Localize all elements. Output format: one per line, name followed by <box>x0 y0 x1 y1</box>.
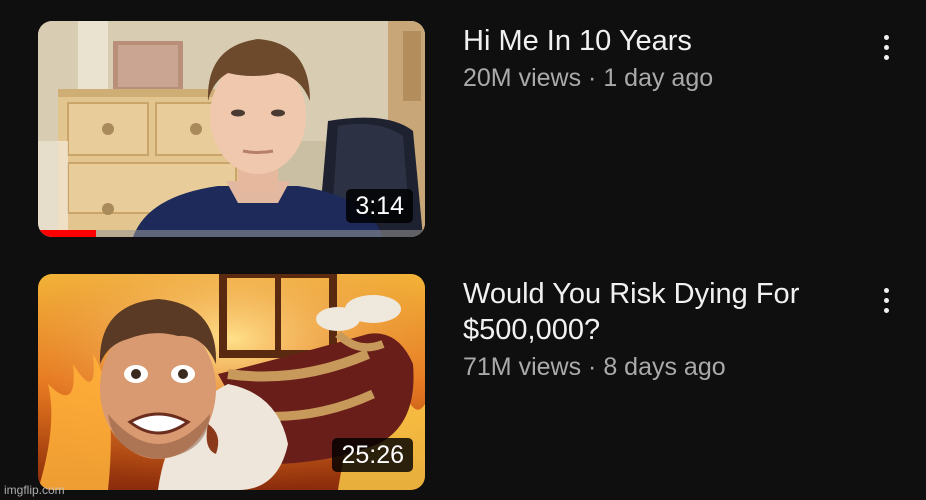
video-thumbnail[interactable]: 25:26 <box>38 274 425 490</box>
meta-separator: · <box>588 353 597 381</box>
watch-progress-fill <box>38 230 97 237</box>
three-dot-vertical-icon <box>883 287 889 293</box>
three-dot-vertical-icon <box>883 297 889 303</box>
video-stats: 20M views · 1 day ago <box>463 62 863 94</box>
more-options-button[interactable] <box>872 282 900 318</box>
meta-separator: · <box>588 64 597 92</box>
more-options-button[interactable] <box>872 29 900 65</box>
three-dot-vertical-icon <box>883 307 889 313</box>
video-duration: 3:14 <box>346 189 413 223</box>
video-stats: 71M views · 8 days ago <box>463 351 863 383</box>
video-duration: 25:26 <box>332 438 413 472</box>
view-count: 20M views <box>463 64 582 92</box>
video-title[interactable]: Hi Me In 10 Years <box>463 23 863 59</box>
video-meta: Would You Risk Dying For $500,000? 71M v… <box>463 276 863 383</box>
imgflip-watermark: imgflip.com <box>4 483 65 497</box>
three-dot-vertical-icon <box>883 54 889 60</box>
watch-progress-bar <box>38 230 425 237</box>
three-dot-vertical-icon <box>883 34 889 40</box>
video-item[interactable]: 25:26 Would You Risk Dying For $500,000?… <box>0 274 926 490</box>
three-dot-vertical-icon <box>883 44 889 50</box>
video-item[interactable]: 3:14 Hi Me In 10 Years 20M views · 1 day… <box>0 21 926 237</box>
upload-age: 8 days ago <box>603 353 726 381</box>
video-title[interactable]: Would You Risk Dying For $500,000? <box>463 276 863 348</box>
video-meta: Hi Me In 10 Years 20M views · 1 day ago <box>463 23 863 94</box>
upload-age: 1 day ago <box>603 64 714 92</box>
view-count: 71M views <box>463 353 582 381</box>
video-thumbnail[interactable]: 3:14 <box>38 21 425 237</box>
